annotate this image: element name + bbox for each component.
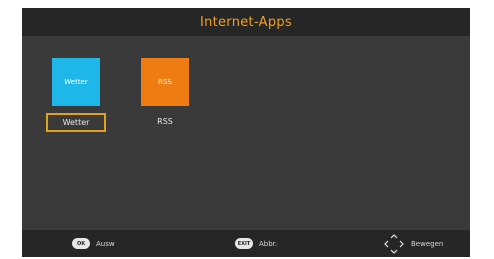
hint-ok-label: Ausw (96, 239, 115, 248)
exit-key-icon: EXIT (235, 238, 253, 249)
bottom-hint-bar: OK Ausw EXIT Abbr. Bewegen (22, 230, 470, 257)
tv-screen: Internet-Apps Wetter Wetter RSS RSS OK A… (22, 8, 470, 257)
app-label: RSS (157, 117, 173, 126)
ok-key-icon: OK (72, 238, 90, 249)
app-tile-wetter[interactable]: Wetter (52, 58, 100, 106)
page-title: Internet-Apps (199, 14, 293, 30)
hint-exit[interactable]: EXIT Abbr. (235, 230, 277, 257)
hint-move[interactable]: Bewegen (383, 230, 443, 257)
title-bar: Internet-Apps (22, 8, 470, 36)
hint-ok[interactable]: OK Ausw (72, 230, 115, 257)
dpad-arrows-icon (383, 233, 405, 255)
app-tile-text: RSS (158, 78, 172, 86)
app-tile-text: Wetter (64, 78, 88, 86)
hint-exit-label: Abbr. (259, 239, 278, 248)
app-rss[interactable]: RSS RSS (129, 58, 201, 130)
hint-move-label: Bewegen (411, 239, 444, 248)
app-label-selected: Wetter (45, 113, 107, 132)
app-wetter[interactable]: Wetter Wetter (40, 58, 112, 132)
app-tile-rss[interactable]: RSS (141, 58, 189, 106)
